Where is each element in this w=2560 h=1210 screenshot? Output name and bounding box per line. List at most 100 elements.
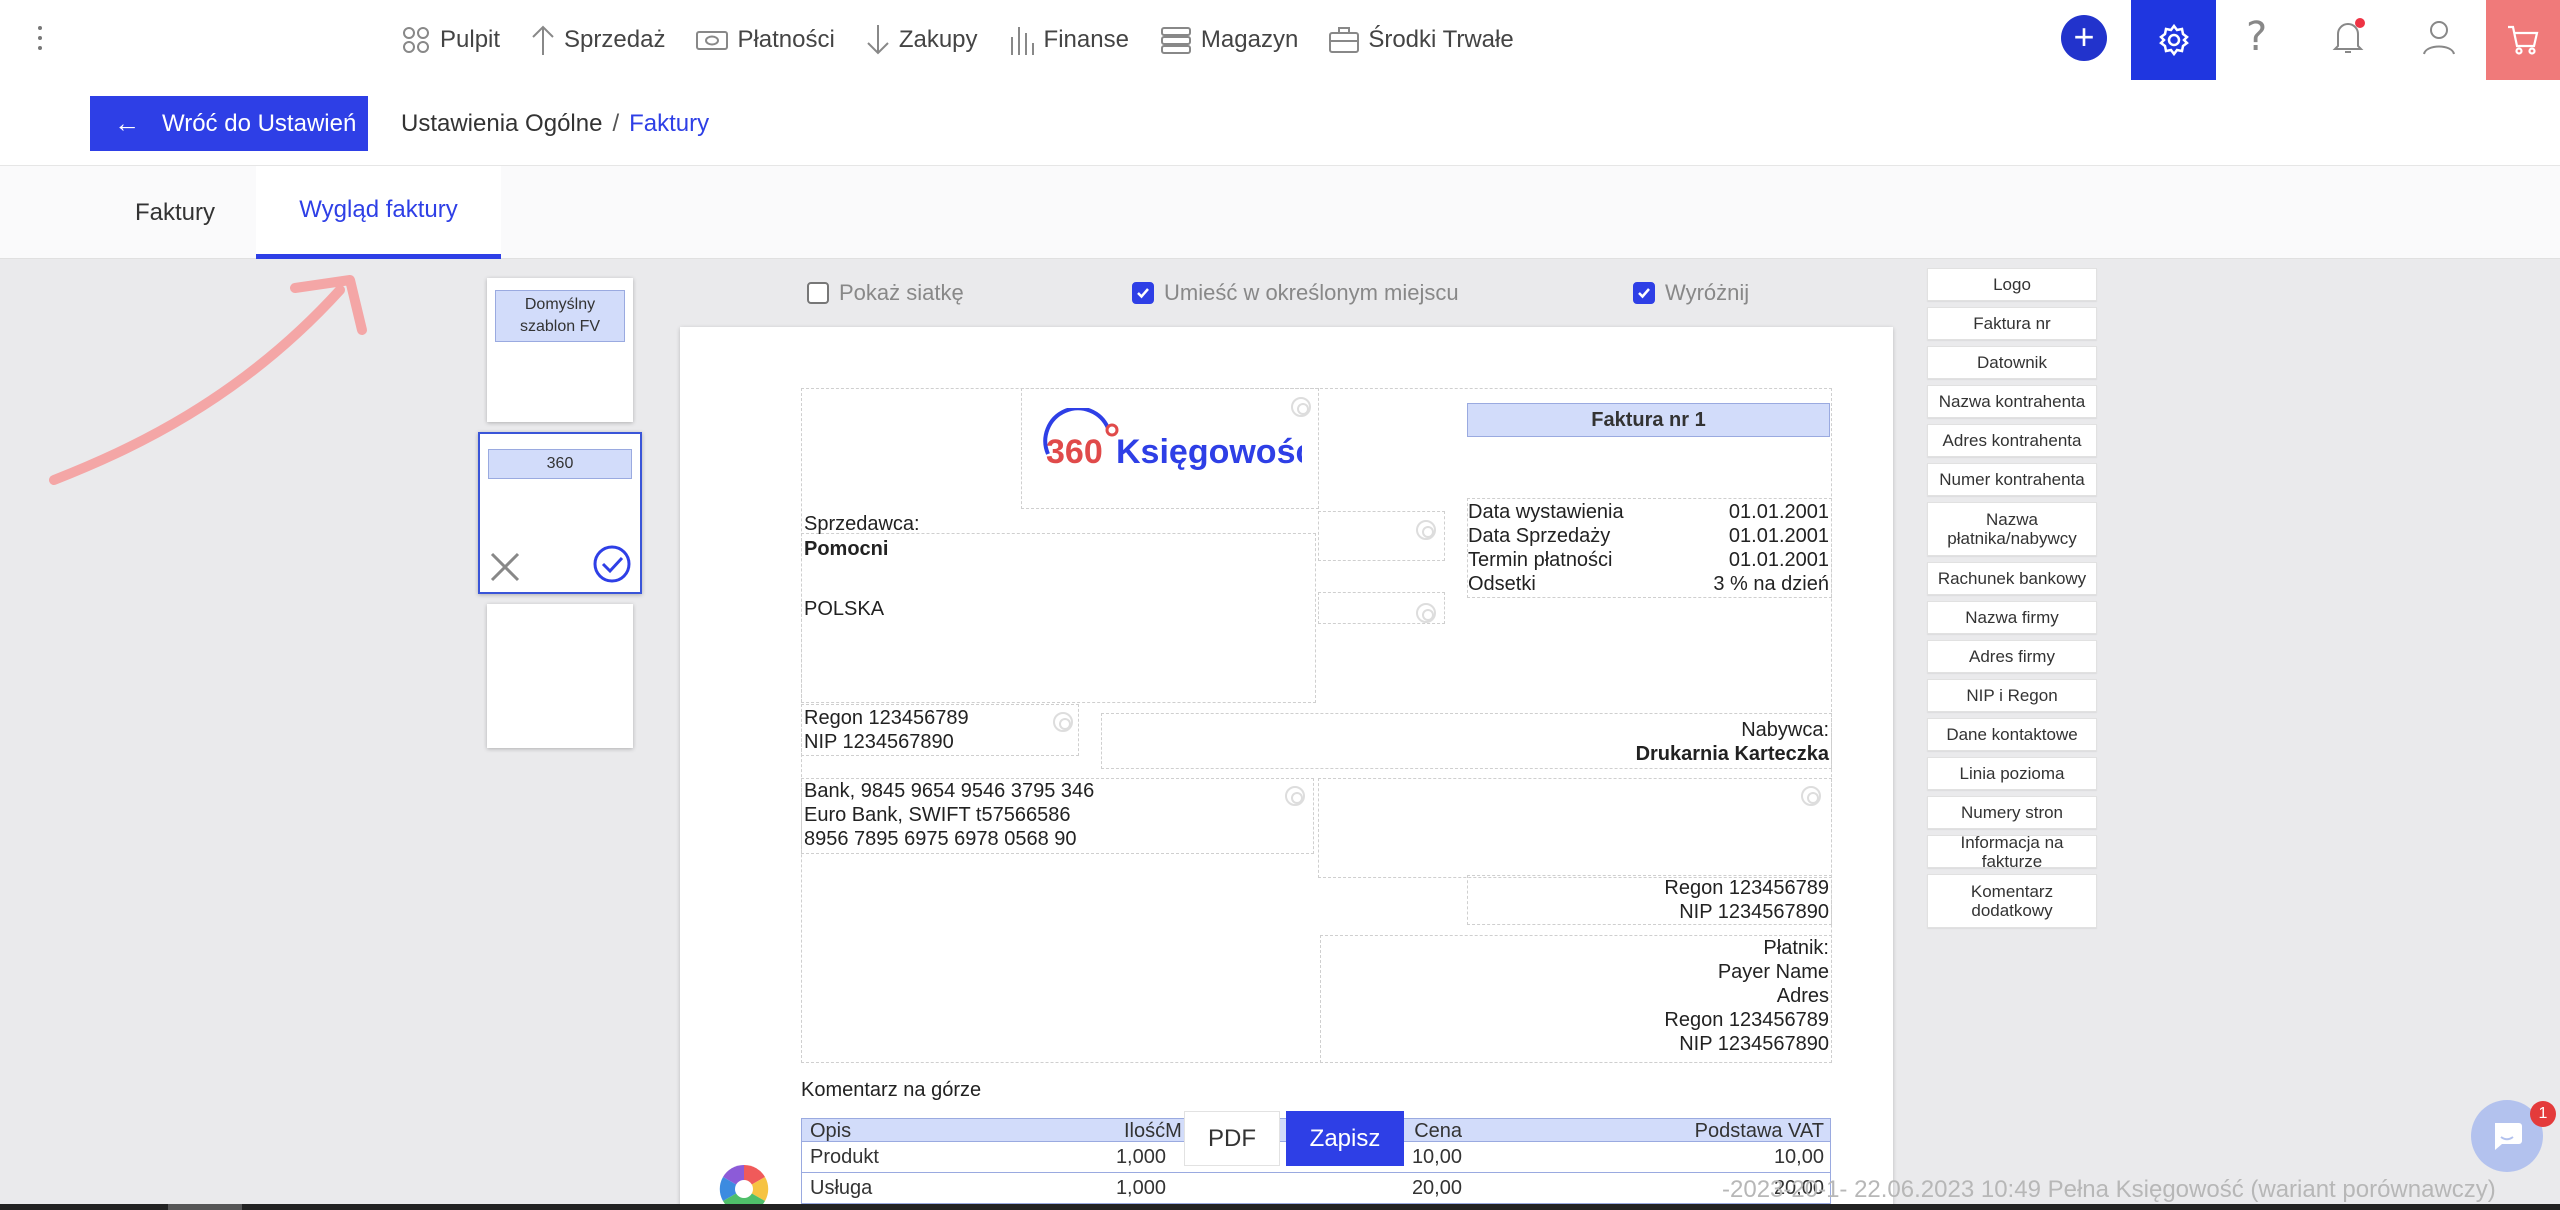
checkbox[interactable] xyxy=(807,282,829,304)
arrow-up-icon xyxy=(532,25,554,55)
gear-icon[interactable] xyxy=(1416,520,1436,540)
table-cell: 10,00 xyxy=(1773,1146,1824,1168)
warehouse-icon xyxy=(1160,27,1191,54)
gear-icon[interactable] xyxy=(1801,786,1821,806)
add-button[interactable]: + xyxy=(2061,15,2107,61)
option-label: Wyróżnij xyxy=(1665,280,1750,305)
nav-label: Magazyn xyxy=(1200,26,1299,53)
template-thumbnail-new[interactable] xyxy=(487,604,633,748)
settings-button[interactable] xyxy=(2131,0,2216,80)
invoice-title[interactable]: Faktura nr 1 xyxy=(1467,403,1830,437)
breadcrumb-parent[interactable]: Ustawienia Ogólne xyxy=(401,110,602,137)
back-to-settings-button[interactable]: ← Wróć do Ustawień xyxy=(90,96,368,151)
close-icon[interactable] xyxy=(488,550,522,584)
empty-box xyxy=(1318,778,1832,878)
top-navigation-bar: Pulpit Sprzedaż Płatności Zakupy Finanse… xyxy=(0,0,2560,80)
nav-item-platnosci[interactable]: Płatności xyxy=(685,0,854,80)
check-circle-icon[interactable] xyxy=(592,544,632,584)
palette-item-nip-regon[interactable]: NIP i Regon xyxy=(1927,679,2097,712)
buyer-nip: NIP 1234567890 xyxy=(1679,901,1829,923)
date-value: 01.01.2001 xyxy=(1728,549,1829,571)
pdf-button[interactable]: PDF xyxy=(1184,1111,1280,1166)
nav-item-zakupy[interactable]: Zakupy xyxy=(855,0,998,80)
date-label: Termin płatności xyxy=(1468,549,1613,571)
template-thumbnail-360[interactable]: 360 xyxy=(478,432,642,594)
dashboard-icon xyxy=(403,27,429,53)
option-show-grid[interactable]: Pokaż siatkę xyxy=(807,278,964,308)
kebab-menu-icon[interactable] xyxy=(30,18,50,58)
nav-label: Finanse xyxy=(1043,26,1129,53)
tab-faktury[interactable]: Faktury xyxy=(108,166,242,259)
palette-item-invoice-number[interactable]: Faktura nr xyxy=(1927,307,2097,340)
date-value: 01.01.2001 xyxy=(1728,525,1829,547)
gear-icon[interactable] xyxy=(1416,603,1436,623)
template-label: Domyślny szablon FV xyxy=(495,290,625,342)
help-icon[interactable]: ? xyxy=(2246,14,2267,60)
palette-item-horizontal-line[interactable]: Linia pozioma xyxy=(1927,757,2097,790)
palette-item-page-numbers[interactable]: Numery stron xyxy=(1927,796,2097,829)
bank-line: Bank, 9845 9654 9546 3795 346 xyxy=(804,780,1095,802)
buyer-name: Drukarnia Karteczka xyxy=(1635,743,1829,765)
template-thumbnail-default[interactable]: Domyślny szablon FV xyxy=(487,278,633,422)
palette-item-additional-comment[interactable]: Komentarz dodatkowy xyxy=(1927,874,2097,928)
buyer-regon: Regon 123456789 xyxy=(1664,877,1829,899)
briefcase-icon xyxy=(1329,27,1360,53)
nav-item-magazyn[interactable]: Magazyn xyxy=(1149,0,1318,80)
palette-item-company-address[interactable]: Adres firmy xyxy=(1927,640,2097,673)
breadcrumb-current: Faktury xyxy=(629,110,710,137)
option-label: Pokaż siatkę xyxy=(839,280,964,305)
column-header: IlośćM xyxy=(1124,1120,1182,1142)
table-row: Usługa 1,000 20,00 20,00 xyxy=(801,1173,1831,1204)
palette-item-contractor-address[interactable]: Adres kontrahenta xyxy=(1927,424,2097,457)
palette-item-company-name[interactable]: Nazwa firmy xyxy=(1927,601,2097,634)
option-highlight[interactable]: Wyróżnij xyxy=(1633,278,1749,308)
save-button[interactable]: Zapisz xyxy=(1286,1111,1404,1166)
checkbox-checked[interactable] xyxy=(1132,282,1154,304)
tab-wyglad-faktury[interactable]: Wygląd faktury xyxy=(256,166,501,259)
chat-icon xyxy=(2495,1123,2522,1150)
seller-name: Pomocni xyxy=(804,538,889,560)
gear-icon[interactable] xyxy=(1053,712,1073,732)
tab-bar: Faktury Wygląd faktury xyxy=(0,166,2560,259)
column-header: Podstawa VAT xyxy=(1694,1120,1824,1142)
seller-regon: Regon 123456789 xyxy=(804,707,969,729)
buyer-label: Nabywca: xyxy=(1741,719,1829,741)
date-value: 01.01.2001 xyxy=(1728,501,1829,523)
logo-number: 360 xyxy=(1046,433,1103,471)
nav-label: Sprzedaż xyxy=(564,26,666,53)
palette-item-contact-data[interactable]: Dane kontaktowe xyxy=(1927,718,2097,751)
palette-item-invoice-info[interactable]: Informacja na fakturze xyxy=(1927,833,2097,871)
palette-item-logo[interactable]: Logo xyxy=(1927,268,2097,301)
user-icon[interactable] xyxy=(2422,18,2456,56)
palette-item-payer-name[interactable]: Nazwa płatnika/nabywcy xyxy=(1927,502,2097,556)
nav-item-pulpit[interactable]: Pulpit xyxy=(390,0,520,80)
payer-label: Płatnik: xyxy=(1763,937,1829,959)
annotation-arrow-icon xyxy=(49,275,367,485)
palette-item-contractor-number[interactable]: Numer kontrahenta xyxy=(1927,463,2097,496)
date-label: Odsetki xyxy=(1468,573,1536,595)
color-wheel-icon[interactable] xyxy=(718,1163,770,1205)
nav-item-srodki-trwale[interactable]: Środki Trwałe xyxy=(1318,0,1533,80)
back-button-label: Wróć do Ustawień xyxy=(162,109,357,137)
arrow-left-icon: ← xyxy=(114,108,140,138)
nav-label: Płatności xyxy=(737,26,835,53)
nav-item-sprzedaz[interactable]: Sprzedaż xyxy=(520,0,685,80)
nav-label: Zakupy xyxy=(898,26,978,53)
footer-version-text: -2023-20-1- 22.06.2023 10:49 Pełna Księg… xyxy=(1722,1176,2496,1203)
breadcrumb-separator: / xyxy=(612,110,620,137)
seller-label: Sprzedawca: xyxy=(804,513,920,535)
cart-button[interactable] xyxy=(2486,0,2560,80)
palette-item-bank-account[interactable]: Rachunek bankowy xyxy=(1927,562,2097,595)
gear-icon[interactable] xyxy=(1285,786,1305,806)
checkbox-checked[interactable] xyxy=(1633,282,1655,304)
palette-item-date-stamp[interactable]: Datownik xyxy=(1927,346,2097,379)
table-cell: Usługa xyxy=(810,1177,873,1199)
column-header: Opis xyxy=(810,1120,852,1142)
option-fixed-position[interactable]: Umieść w określonym miejscu xyxy=(1132,278,1459,308)
chat-badge: 1 xyxy=(2530,1101,2556,1127)
palette-item-contractor-name[interactable]: Nazwa kontrahenta xyxy=(1927,385,2097,418)
logo-word: Księgowość xyxy=(1116,433,1302,471)
payer-nip: NIP 1234567890 xyxy=(1679,1033,1829,1055)
nav-item-finanse[interactable]: Finanse xyxy=(998,0,1149,80)
bank-line: 8956 7895 6975 6978 0568 90 xyxy=(804,828,1077,850)
